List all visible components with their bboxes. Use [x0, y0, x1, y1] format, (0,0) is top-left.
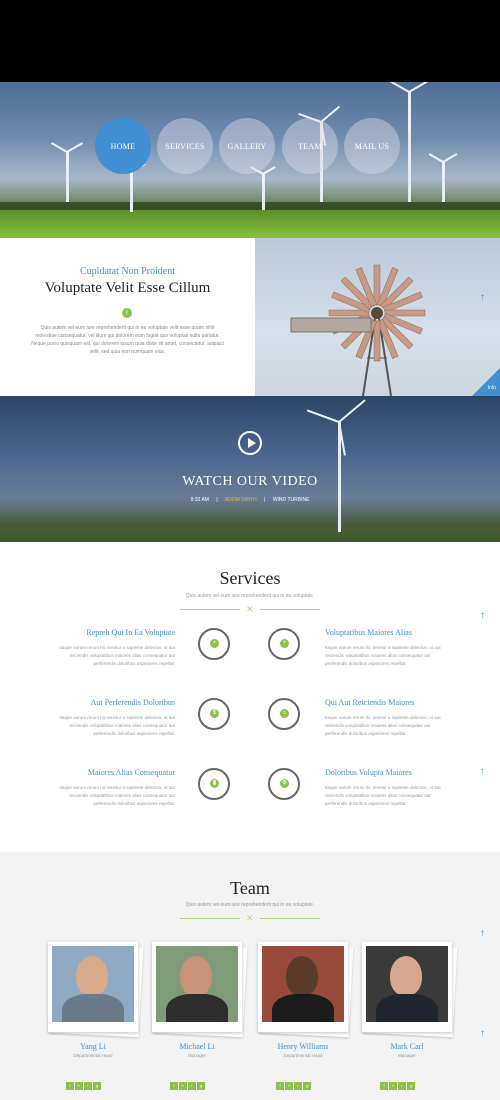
main-nav: HOME SERVICES GALLERY TEAM MAIL US	[95, 118, 405, 176]
service-title[interactable]: Repreh Qui In Ea Voluptate	[40, 628, 175, 637]
rss-icon[interactable]: r	[294, 1082, 302, 1090]
avatar	[262, 946, 344, 1022]
google-plus-icon[interactable]: g	[197, 1082, 205, 1090]
facebook-icon[interactable]: f	[276, 1082, 284, 1090]
divider: ✕	[180, 604, 320, 614]
scroll-up-icon[interactable]: ↑	[480, 292, 485, 303]
service-title[interactable]: Doloribus Volupta Maiores	[325, 768, 412, 777]
nav-team[interactable]: TEAM	[282, 118, 338, 174]
facebook-icon[interactable]: f	[170, 1082, 178, 1090]
member-name: Michael Li	[179, 1042, 215, 1051]
twitter-icon[interactable]: t	[75, 1082, 83, 1090]
intro-kicker: Cupidatat Non Proident	[80, 266, 175, 277]
service-title[interactable]: Voluptatibus Maiores Alias	[325, 628, 412, 637]
avatar	[52, 946, 134, 1022]
service-text: Itaque earum rerum hic tenetur a sapient…	[325, 785, 441, 806]
service-text: Itaque earum rerum hic tenetur a sapient…	[59, 785, 175, 806]
bar-chart-icon[interactable]: ▮	[198, 768, 230, 800]
facebook-icon[interactable]: f	[66, 1082, 74, 1090]
rss-icon[interactable]: r	[84, 1082, 92, 1090]
member-name: Henry Williams	[277, 1042, 329, 1051]
leaf-icon[interactable]: •	[198, 628, 230, 660]
service-title[interactable]: Maiores Alias Consequatur	[40, 768, 175, 777]
member-role: Manager	[398, 1053, 416, 1058]
team-section: Team Quis autem vel eum iure reprehender…	[0, 852, 500, 1100]
member-name: Mark Carl	[390, 1042, 424, 1051]
service-title[interactable]: Aut Perferendis Doloribus	[40, 698, 175, 707]
intro-text-block: Cupidatat Non Proident Voluptate Velit E…	[0, 238, 255, 396]
google-plus-icon[interactable]: g	[303, 1082, 311, 1090]
social-links: ftrg	[170, 1074, 226, 1090]
twitter-icon[interactable]: t	[389, 1082, 397, 1090]
social-links: ftrg	[276, 1074, 332, 1090]
windmill-photo: Info	[255, 238, 500, 396]
google-plus-icon[interactable]: g	[93, 1082, 101, 1090]
info-icon: i	[122, 308, 132, 318]
service-title[interactable]: Qui Aut Reiciendis Maiores	[325, 698, 415, 707]
facebook-icon[interactable]: f	[380, 1082, 388, 1090]
intro-section: Cupidatat Non Proident Voluptate Velit E…	[0, 238, 500, 396]
nav-mail-us[interactable]: MAIL US	[344, 118, 400, 174]
services-title: Services	[219, 568, 281, 588]
member-name: Yang Li	[80, 1042, 106, 1051]
rss-icon[interactable]: r	[398, 1082, 406, 1090]
avatar	[366, 946, 448, 1022]
service-text: Itaque earum rerum hic tenetur a sapient…	[325, 645, 441, 666]
video-meta: 9:32 AM | ADOM SMITH | WIND TURBINE	[190, 497, 310, 503]
scroll-up-icon[interactable]: ↑	[480, 766, 485, 777]
team-subtitle: Quis autem vel eum iure reprehenderit qu…	[185, 902, 315, 908]
video-time: 9:32 AM	[190, 497, 209, 503]
scroll-up-icon[interactable]: ↑	[480, 928, 485, 939]
scroll-up-icon[interactable]: ↑	[480, 610, 485, 621]
services-subtitle: Quis autem vel eum iure reprehenderit qu…	[185, 593, 315, 599]
nav-services[interactable]: SERVICES	[157, 118, 213, 174]
scroll-up-icon[interactable]: ↑	[480, 1028, 485, 1039]
social-links: ftrg	[66, 1074, 122, 1090]
play-video-button[interactable]	[238, 431, 262, 455]
team-title: Team	[230, 878, 270, 898]
twitter-icon[interactable]: t	[285, 1082, 293, 1090]
info-corner-tab[interactable]	[472, 368, 500, 396]
info-corner-label[interactable]: Info	[488, 385, 496, 391]
gear-icon[interactable]: ⚙	[268, 768, 300, 800]
member-role: Departmental Head	[283, 1053, 323, 1058]
divider: ✕	[180, 913, 320, 923]
nav-home[interactable]: HOME	[95, 118, 151, 174]
social-links: ftrg	[380, 1074, 436, 1090]
video-tag[interactable]: WIND TURBINE	[273, 497, 310, 503]
intro-title: Voluptate Velit Esse Cillum	[44, 280, 211, 296]
google-plus-icon[interactable]: g	[407, 1082, 415, 1090]
video-title: WATCH OUR VIDEO	[182, 474, 318, 489]
video-author[interactable]: ADOM SMITH	[225, 497, 257, 503]
dollar-icon[interactable]: $	[198, 698, 230, 730]
service-text: Itaque earum rerum hic tenetur a sapient…	[325, 715, 441, 736]
windmill-icon	[290, 264, 426, 396]
video-section: WATCH OUR VIDEO 9:32 AM | ADOM SMITH | W…	[0, 396, 500, 542]
home-icon[interactable]: ⌂	[268, 698, 300, 730]
plus-icon[interactable]: +	[268, 628, 300, 660]
twitter-icon[interactable]: t	[179, 1082, 187, 1090]
avatar	[156, 946, 238, 1022]
nav-gallery[interactable]: GALLERY	[219, 118, 275, 174]
service-text: Itaque earum rerum hic tenetur a sapient…	[59, 645, 175, 666]
member-role: Departmental Head	[73, 1053, 113, 1058]
top-bar	[0, 0, 500, 82]
rss-icon[interactable]: r	[188, 1082, 196, 1090]
service-text: Itaque earum rerum hic tenetur a sapient…	[59, 715, 175, 736]
intro-body: Quis autem vel eum iure reprehenderit qu…	[31, 325, 224, 355]
member-role: Manager	[188, 1053, 206, 1058]
services-section: Services Quis autem vel eum iure reprehe…	[0, 542, 500, 852]
